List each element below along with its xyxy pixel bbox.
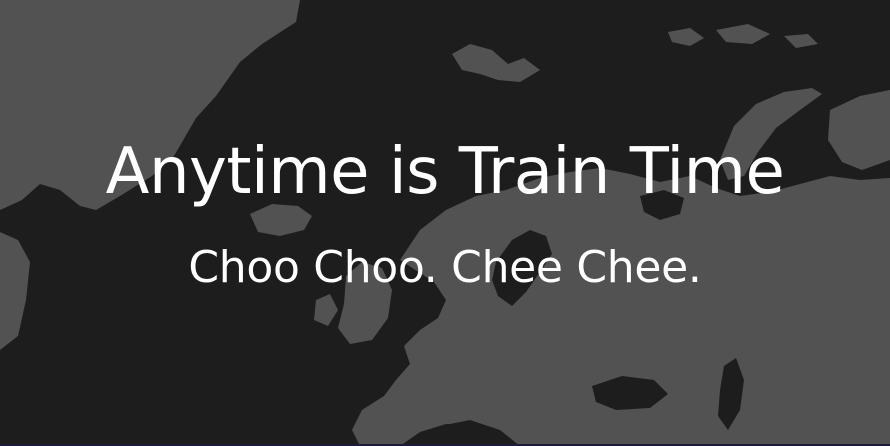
hero-headline: Anytime is Train Time [105, 135, 785, 209]
hero-text: Anytime is Train Time Choo Choo. Chee Ch… [0, 0, 890, 446]
hero-banner: Anytime is Train Time Choo Choo. Chee Ch… [0, 0, 890, 446]
hero-subheadline: Choo Choo. Chee Chee. [188, 242, 702, 293]
